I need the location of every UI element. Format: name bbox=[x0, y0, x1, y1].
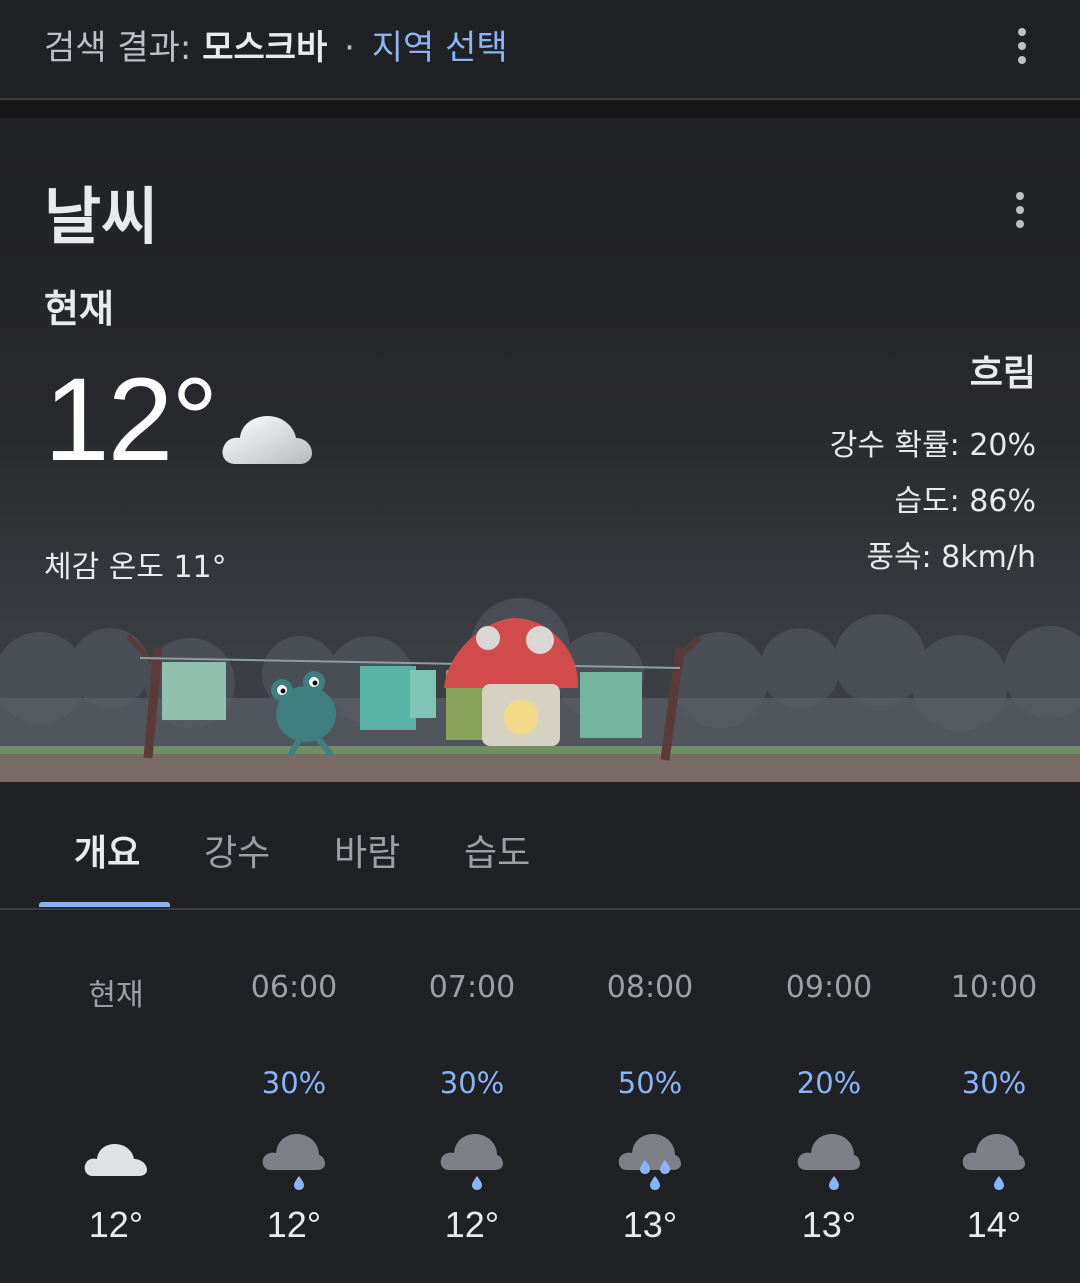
tab-wind[interactable]: 바람 bbox=[334, 824, 400, 876]
hourly-item[interactable]: 09:00 20% 13° bbox=[749, 970, 909, 1245]
cloudy-icon bbox=[222, 416, 312, 464]
hour-temp: 13° bbox=[622, 1204, 678, 1245]
separator-dot: · bbox=[344, 28, 355, 68]
weather-tabs: 개요 강수 바람 습도 bbox=[0, 782, 1080, 910]
tab-humidity[interactable]: 습도 bbox=[464, 824, 530, 876]
precip-probability: 강수 확률: 20% bbox=[829, 428, 1036, 463]
rain-icon bbox=[618, 1134, 681, 1190]
hour-temp: 14° bbox=[966, 1204, 1022, 1245]
weather-heading: 날씨 bbox=[44, 180, 159, 253]
more-options-icon[interactable] bbox=[1012, 28, 1032, 68]
search-prefix: 검색 결과: bbox=[44, 28, 192, 68]
tabs-divider bbox=[0, 908, 1080, 910]
select-region-link[interactable]: 지역 선택 bbox=[372, 28, 508, 68]
hour-time: 06:00 bbox=[250, 970, 338, 1005]
hourly-item[interactable]: 06:00 30% 12° bbox=[214, 970, 374, 1245]
hourly-item[interactable]: 10:00 30% 14° bbox=[914, 970, 1074, 1245]
tab-overview[interactable]: 개요 bbox=[74, 824, 140, 876]
hour-temp: 12° bbox=[88, 1204, 144, 1245]
light-rain-icon bbox=[797, 1134, 860, 1190]
hour-precip: 50% bbox=[617, 1066, 683, 1100]
condition-text: 흐림 bbox=[969, 353, 1036, 394]
hour-time: 09:00 bbox=[785, 970, 873, 1005]
hour-time: 10:00 bbox=[950, 970, 1038, 1005]
hour-time: 07:00 bbox=[428, 970, 516, 1005]
humidity: 습도: 86% bbox=[894, 484, 1036, 519]
cloudy-icon bbox=[84, 1144, 147, 1176]
light-rain-icon bbox=[962, 1134, 1025, 1190]
current-temperature: 12° bbox=[44, 354, 218, 486]
hourly-item[interactable]: 현재 12° bbox=[36, 970, 196, 1245]
tab-precipitation[interactable]: 강수 bbox=[204, 824, 270, 876]
hour-precip: 30% bbox=[961, 1066, 1027, 1100]
search-title: 검색 결과: 모스크바 · 지역 선택 bbox=[44, 20, 508, 69]
wind-speed: 풍속: 8km/h bbox=[866, 540, 1036, 575]
hour-temp: 13° bbox=[801, 1204, 857, 1245]
hour-temp: 12° bbox=[444, 1204, 500, 1245]
hour-temp: 12° bbox=[266, 1204, 322, 1245]
feels-like: 체감 온도 11° bbox=[44, 550, 227, 585]
hourly-item[interactable]: 07:00 30% 12° bbox=[392, 970, 552, 1245]
hour-time: 현재 bbox=[88, 978, 144, 1013]
hour-time: 08:00 bbox=[606, 970, 694, 1005]
hour-precip: 20% bbox=[796, 1066, 862, 1100]
weather-card: 날씨 현재 12° 체감 온도 11° 흐림 강수 확률: 20% 습도: 86… bbox=[0, 118, 1080, 782]
weather-illustration bbox=[0, 598, 1080, 782]
section-gap bbox=[0, 100, 1080, 118]
weather-more-options-icon[interactable] bbox=[1010, 192, 1030, 232]
light-rain-icon bbox=[262, 1134, 325, 1190]
search-header: 검색 결과: 모스크바 · 지역 선택 bbox=[0, 0, 1080, 98]
light-rain-icon bbox=[440, 1134, 503, 1190]
active-tab-indicator bbox=[39, 902, 170, 907]
current-label: 현재 bbox=[44, 287, 114, 331]
hour-precip: 30% bbox=[261, 1066, 327, 1100]
hour-precip: 30% bbox=[439, 1066, 505, 1100]
search-location: 모스크바 bbox=[202, 28, 328, 68]
hourly-item[interactable]: 08:00 50% 13° bbox=[570, 970, 730, 1245]
